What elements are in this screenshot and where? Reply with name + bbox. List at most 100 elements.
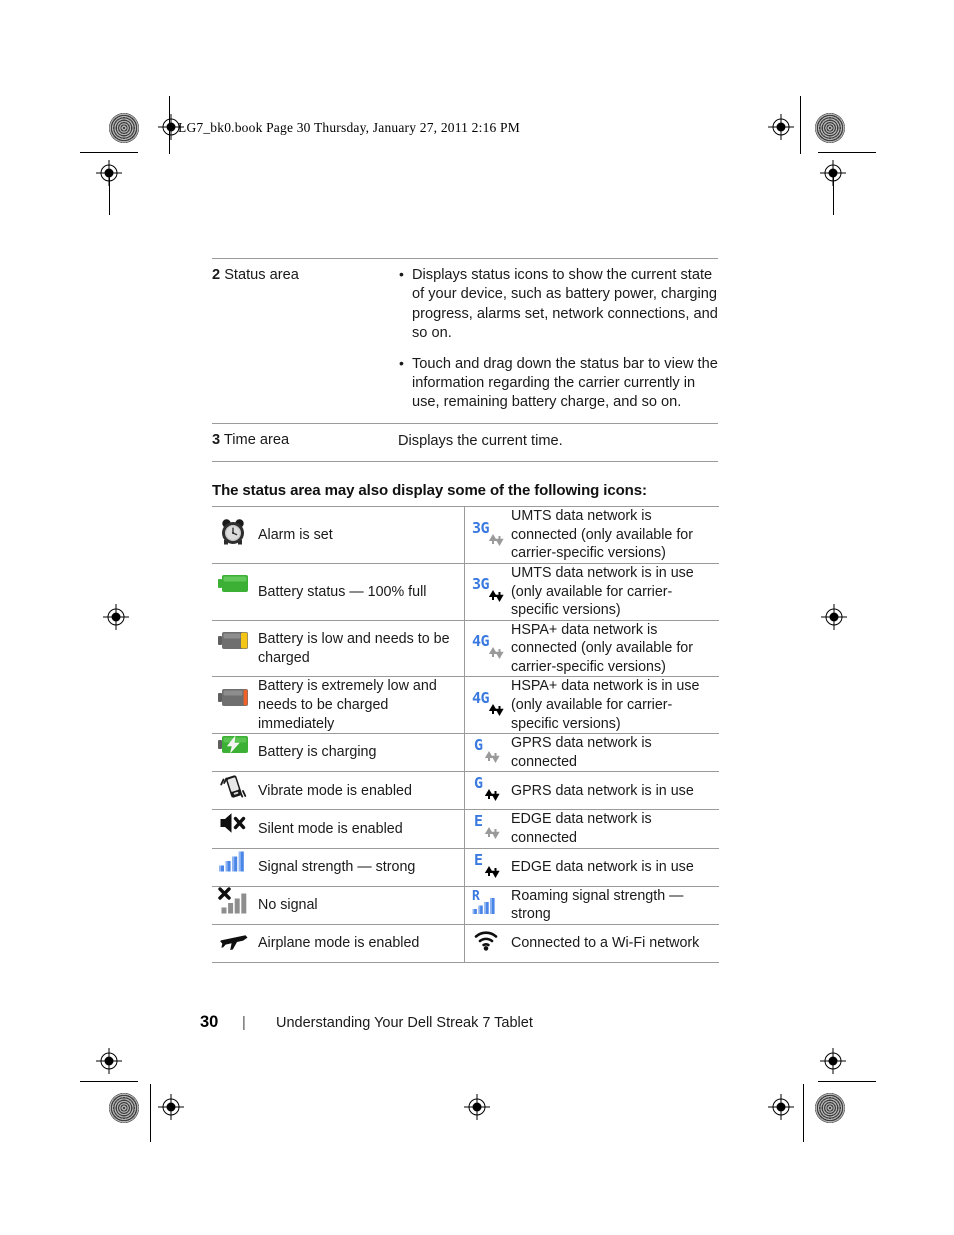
svg-text:3G: 3G [472, 575, 490, 593]
icon-cell: G [464, 771, 511, 810]
crop-line-top-left-lower-vertical [109, 173, 110, 215]
icon-cell [212, 923, 258, 963]
status-icon-reference-table: Alarm is set 3G UMTS data network is con… [212, 506, 719, 963]
icon-cell [212, 562, 258, 621]
halftone-dot-top-left [109, 113, 139, 143]
footer-separator: | [242, 1015, 246, 1031]
svg-text:E: E [474, 851, 483, 869]
icon-cell [212, 676, 258, 734]
svg-text:3G: 3G [472, 519, 490, 537]
icon-label: UMTS data network is connected (only ava… [511, 508, 693, 562]
footer-chapter-title: Understanding Your Dell Streak 7 Tablet [276, 1015, 533, 1031]
icon-label: Alarm is set [258, 526, 333, 543]
table-row: Battery is charging G GPRS data network … [212, 733, 719, 772]
row-description-cell: Displays the current time. [398, 422, 718, 462]
icon-cell: G [464, 733, 511, 772]
icon-label: HSPA+ data network is in use (only avail… [511, 676, 719, 734]
row-description: Displays the current time. [398, 432, 563, 449]
status-time-description-table: 2 Status area Displays status icons to s… [212, 258, 718, 463]
icon-label: UMTS data network is in use (only availa… [511, 562, 719, 621]
4g-in-use-icon: 4G [471, 687, 505, 719]
table-row: Battery is extremely low and needs to be… [212, 676, 719, 734]
icon-label: Battery is low and needs to be charged [258, 619, 465, 677]
signal-strong-icon [218, 849, 252, 881]
icon-cell [212, 771, 258, 810]
crop-line-top-right-vertical [800, 96, 801, 154]
3g-in-use-icon: 3G [471, 573, 505, 605]
crop-line-bottom-right-horizontal [818, 1081, 876, 1082]
list-item: Displays status icons to show the curren… [398, 265, 718, 344]
bullet-list: Displays status icons to show the curren… [398, 265, 718, 413]
crop-line-bottom-right-vertical [803, 1084, 804, 1142]
icon-cell: E [464, 809, 511, 848]
icon-cell [212, 733, 258, 772]
icon-label: Battery status — 100% full [258, 562, 465, 621]
halftone-dot-bottom-left [109, 1093, 139, 1123]
crop-line-bottom-left-horizontal [80, 1081, 138, 1082]
svg-text:4G: 4G [472, 689, 490, 707]
roaming-signal-icon: R [471, 887, 505, 919]
icon-cell [212, 619, 258, 677]
registration-target-mid-right [821, 604, 847, 630]
section-heading: The status area may also display some of… [212, 482, 647, 500]
edge-in-use-icon: E [471, 849, 505, 881]
halftone-dot-bottom-right [815, 1093, 845, 1123]
vibrate-mode-icon [218, 772, 252, 804]
registration-target-top-right-upper [768, 114, 794, 140]
battery-full-icon [218, 573, 252, 605]
table-row: 2 Status area Displays status icons to s… [212, 259, 718, 424]
wifi-connected-icon [471, 925, 505, 957]
icon-cell: 4G [464, 619, 511, 677]
list-item: Touch and drag down the status bar to vi… [398, 354, 718, 413]
row-label-cell: 3 Time area [212, 422, 398, 462]
table-row: Silent mode is enabled E EDGE data netwo… [212, 809, 719, 848]
halftone-dot-top-right [815, 113, 845, 143]
icon-label: Signal strength — strong [258, 847, 465, 886]
icon-cell: 3G [464, 562, 511, 621]
row-label: Time area [223, 431, 290, 448]
battery-low-icon [218, 630, 252, 662]
table-row: Alarm is set 3G UMTS data network is con… [212, 506, 719, 564]
registration-target-bottom-right-upper [820, 1048, 846, 1074]
edge-connected-icon: E [471, 810, 505, 842]
icon-cell: 4G [464, 676, 511, 734]
crop-line-bottom-left-vertical [150, 1084, 151, 1142]
icon-cell: E [464, 847, 511, 886]
icon-label: Roaming signal strength — strong [511, 885, 719, 925]
gprs-in-use-icon: G [471, 772, 505, 804]
table-row: Battery status — 100% full 3G UMTS data … [212, 562, 719, 621]
table-row: No signal R Roaming signal strength — st… [212, 885, 719, 925]
battery-charging-icon [218, 734, 252, 766]
table-row: Battery is low and needs to be charged 4… [212, 619, 719, 677]
icon-label: Airplane mode is enabled [258, 923, 465, 963]
alarm-clock-icon [218, 517, 252, 549]
airplane-mode-icon [218, 925, 252, 957]
table-row: Vibrate mode is enabled G GPRS data netw… [212, 771, 719, 810]
crop-line-top-right-lower-vertical [833, 173, 834, 215]
row-description-cell: Displays status icons to show the curren… [398, 259, 718, 424]
table-row: Signal strength — strong E EDGE data net… [212, 847, 719, 886]
icon-label: Silent mode is enabled [258, 809, 465, 848]
svg-text:R: R [472, 889, 480, 904]
gprs-connected-icon: G [471, 734, 505, 766]
row-index: 2 [212, 267, 221, 283]
icon-label: EDGE data network is in use [511, 847, 719, 886]
registration-target-bottom-center [464, 1094, 490, 1120]
row-label: Status area [224, 267, 299, 283]
page-number: 30 [200, 1013, 219, 1031]
silent-mode-icon [218, 810, 252, 842]
page-footer: 30 | Understanding Your Dell Streak 7 Ta… [200, 1013, 533, 1032]
icon-label: GPRS data network is connected [511, 733, 719, 772]
crop-line-top-left-horizontal [80, 152, 138, 153]
icon-label: GPRS data network is in use [511, 771, 719, 810]
icon-cell [212, 507, 258, 564]
icon-cell [212, 885, 258, 925]
registration-target-bottom-left-lower [158, 1094, 184, 1120]
battery-critical-icon [218, 687, 252, 719]
book-header-stamp: LG7_bk0.book Page 30 Thursday, January 2… [178, 120, 520, 135]
crop-line-top-right-horizontal [818, 152, 876, 153]
table-row: Airplane mode is enabled Connected to a … [212, 923, 719, 963]
page-content: 2 Status area Displays status icons to s… [212, 258, 719, 963]
svg-text:E: E [474, 812, 483, 830]
row-index: 3 [212, 431, 221, 448]
